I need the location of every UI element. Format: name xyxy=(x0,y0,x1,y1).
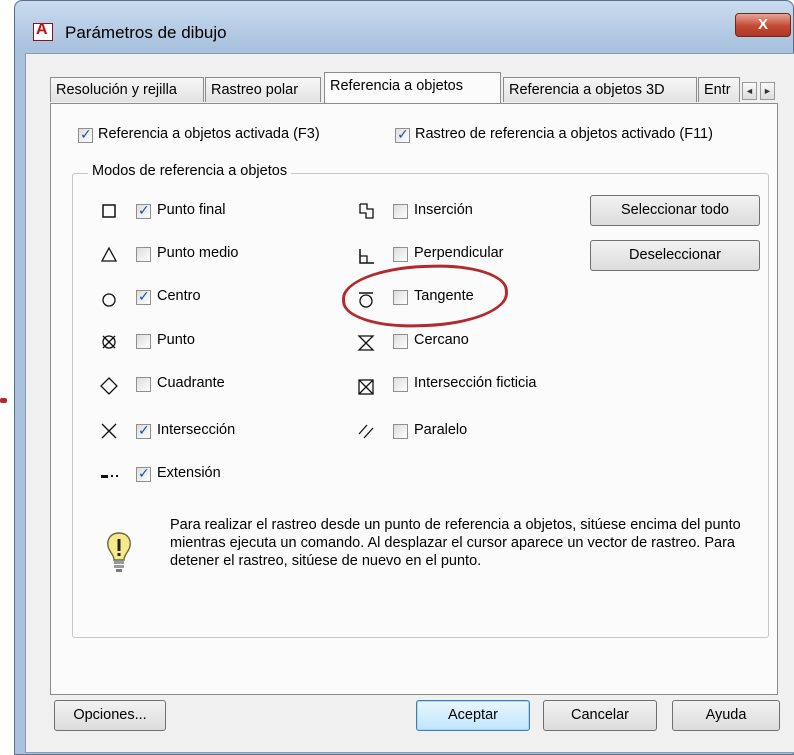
annotation-mark xyxy=(0,398,7,403)
insertion-label: Inserción xyxy=(414,202,473,218)
osnap-on-checkbox[interactable] xyxy=(78,126,93,143)
perpendicular-label: Perpendicular xyxy=(414,245,504,261)
extension-icon xyxy=(98,464,120,486)
endpoint-label: Punto final xyxy=(157,202,226,218)
apparent-intersection-label: Intersección ficticia xyxy=(414,375,537,391)
nearest-icon xyxy=(355,332,377,354)
tab-scroll-left-icon[interactable]: ◄ xyxy=(742,82,757,100)
apparent-intersection-icon xyxy=(355,376,377,398)
center-label: Centro xyxy=(157,288,201,304)
endpoint-checkbox[interactable] xyxy=(136,202,151,219)
midpoint-label: Punto medio xyxy=(157,245,239,261)
otrack-on-label: Rastreo de referencia a objetos activado… xyxy=(415,126,713,142)
osnap-on-label: Referencia a objetos activada (F3) xyxy=(98,126,320,142)
extension-label: Extensión xyxy=(157,465,221,481)
lightbulb-icon xyxy=(104,530,134,574)
midpoint-triangle-icon xyxy=(98,244,120,266)
node-checkbox[interactable] xyxy=(136,334,151,349)
parallel-icon xyxy=(355,420,377,442)
center-checkbox[interactable] xyxy=(136,288,151,305)
node-label: Punto xyxy=(157,332,195,348)
endpoint-square-icon xyxy=(98,200,120,222)
cancel-button[interactable]: Cancelar xyxy=(543,700,657,731)
intersection-checkbox[interactable] xyxy=(136,422,151,439)
midpoint-checkbox[interactable] xyxy=(136,247,151,262)
options-button[interactable]: Opciones... xyxy=(54,700,166,731)
tab-object-snap[interactable]: Referencia a objetos xyxy=(324,72,501,103)
otrack-on-checkbox[interactable] xyxy=(395,126,410,143)
tab-dynamic-input[interactable]: Entr xyxy=(698,77,740,102)
nearest-checkbox[interactable] xyxy=(393,334,408,349)
tracking-hint-text: Para realizar el rastreo desde un punto … xyxy=(170,517,741,569)
insertion-checkbox[interactable] xyxy=(393,204,408,219)
title-bar[interactable]: Parámetros de dibujo X xyxy=(15,1,793,49)
extension-checkbox[interactable] xyxy=(136,465,151,482)
center-circle-icon xyxy=(98,288,120,310)
quadrant-label: Cuadrante xyxy=(157,375,225,391)
node-icon xyxy=(98,331,120,353)
select-all-button[interactable]: Seleccionar todo xyxy=(590,195,760,226)
quadrant-checkbox[interactable] xyxy=(136,377,151,392)
intersection-x-icon xyxy=(98,420,120,442)
autocad-app-icon xyxy=(33,21,53,41)
dialog-title: Parámetros de dibujo xyxy=(65,23,227,42)
intersection-label: Intersección xyxy=(157,422,236,438)
perpendicular-icon xyxy=(355,245,377,267)
quadrant-diamond-icon xyxy=(98,375,120,397)
clear-all-button[interactable]: Deseleccionar xyxy=(590,240,760,271)
help-button[interactable]: Ayuda xyxy=(672,700,780,731)
parallel-label: Paralelo xyxy=(414,422,468,438)
close-button[interactable]: X xyxy=(735,13,791,37)
apparent-intersection-checkbox[interactable] xyxy=(393,377,408,392)
tab-resolution-grid[interactable]: Resolución y rejilla xyxy=(50,77,204,102)
tab-polar-tracking[interactable]: Rastreo polar xyxy=(205,77,321,102)
parallel-checkbox[interactable] xyxy=(393,424,408,439)
ok-button[interactable]: Aceptar xyxy=(416,700,530,731)
tab-scroll-right-icon[interactable]: ► xyxy=(760,82,775,100)
tab-3d-object-snap[interactable]: Referencia a objetos 3D xyxy=(503,77,697,102)
nearest-label: Cercano xyxy=(414,332,469,348)
perpendicular-checkbox[interactable] xyxy=(393,247,408,262)
snap-modes-group-title: Modos de referencia a objetos xyxy=(88,163,292,179)
insertion-icon xyxy=(355,200,377,222)
